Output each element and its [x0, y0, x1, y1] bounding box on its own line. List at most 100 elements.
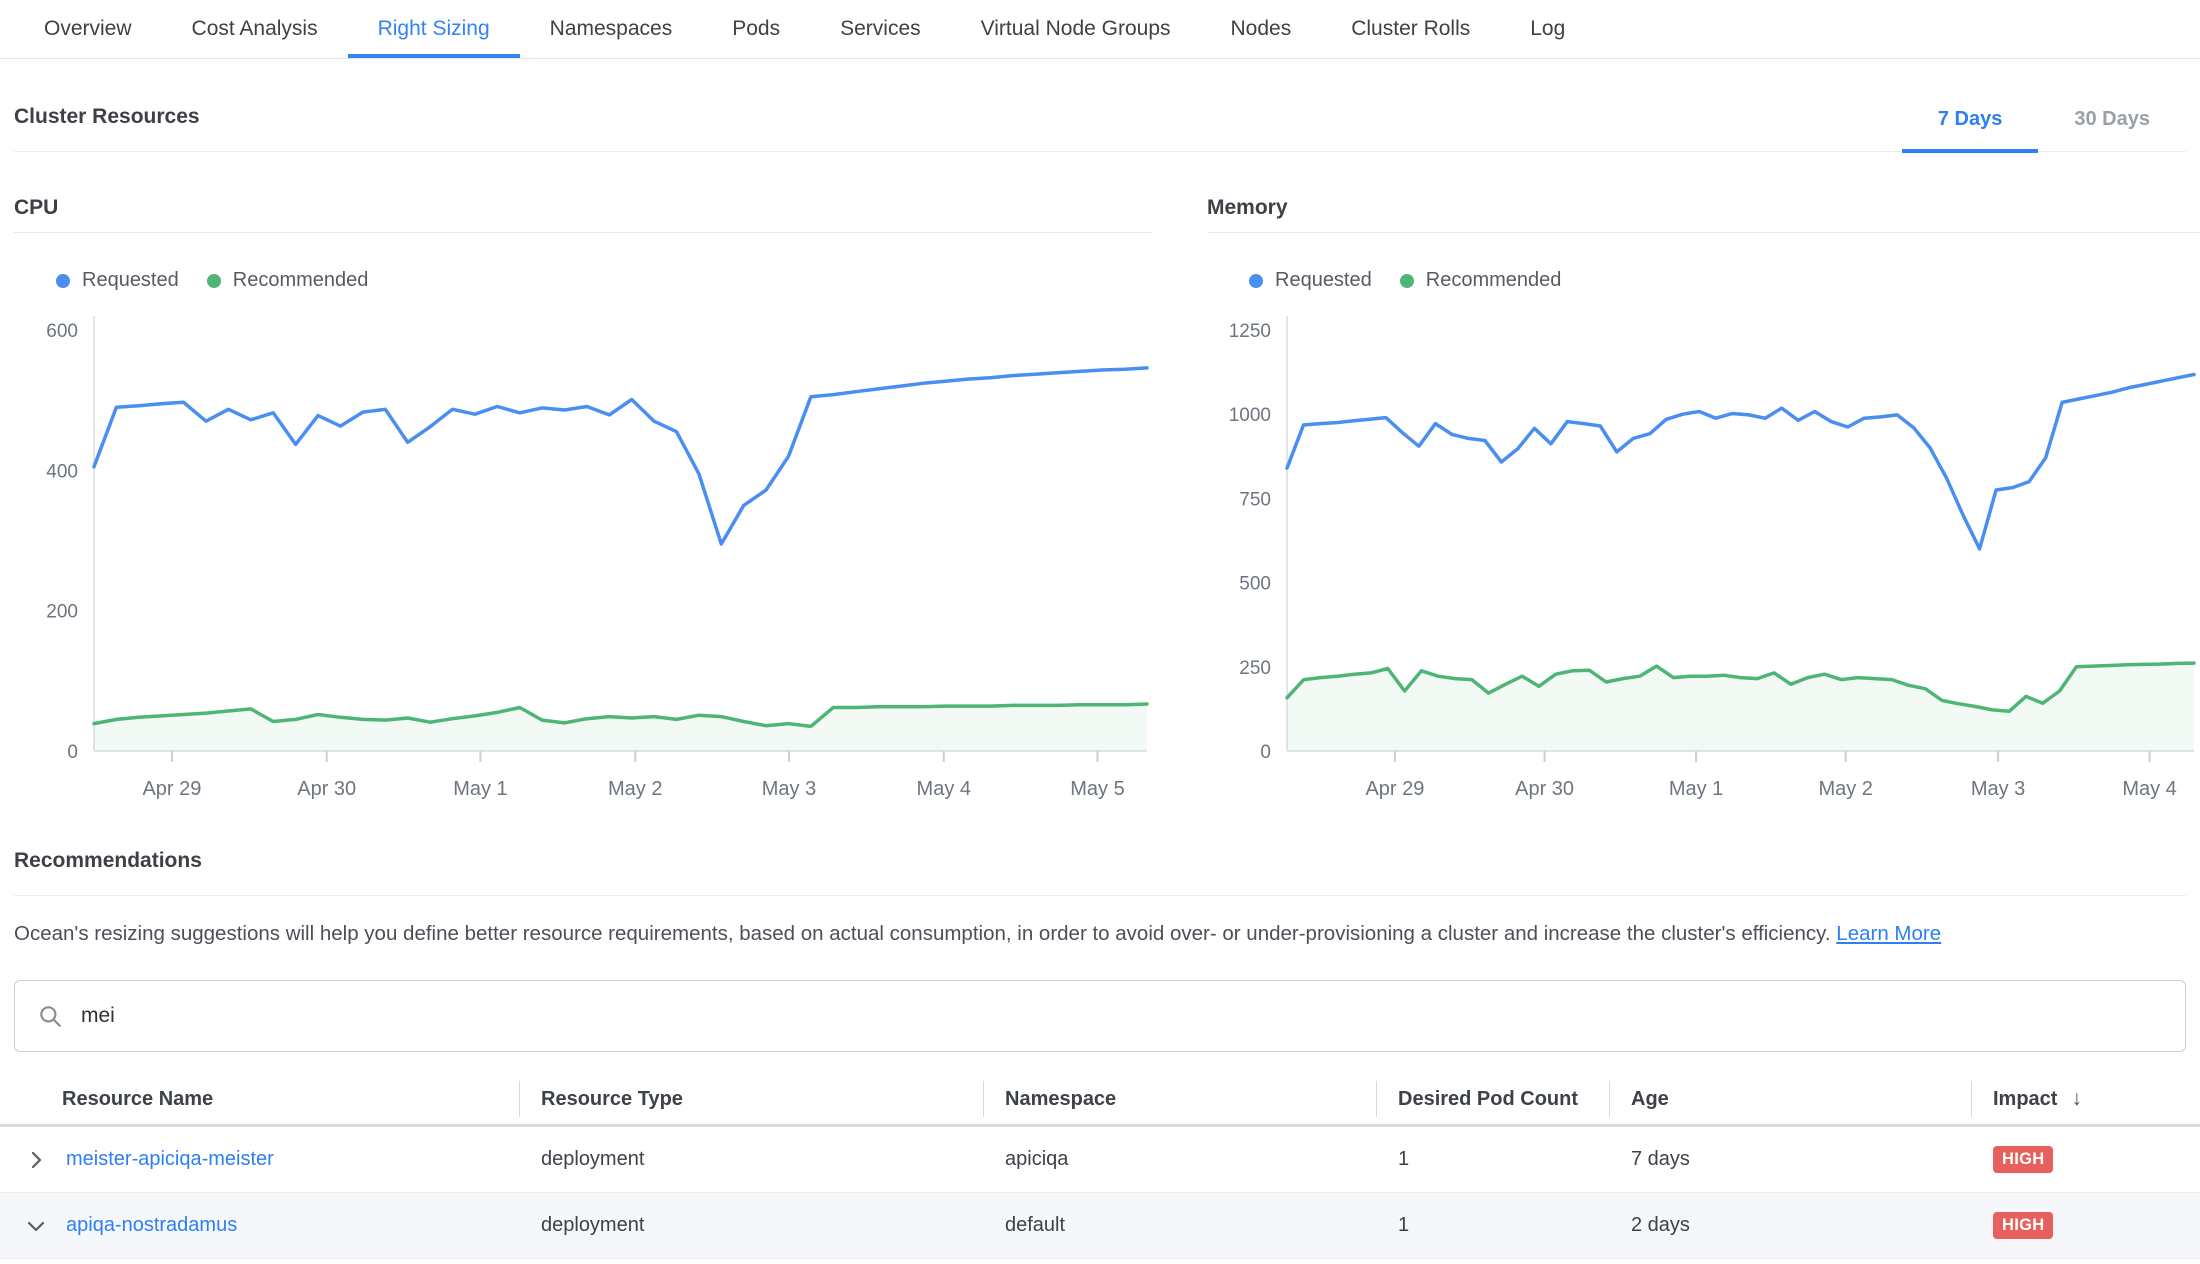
svg-text:250: 250	[1239, 658, 1271, 679]
age-cell: 7 days	[1609, 1148, 1971, 1171]
svg-text:1250: 1250	[1229, 321, 1271, 342]
table-header-row: Resource Name Resource Type Namespace De…	[0, 1074, 2200, 1127]
svg-text:May 1: May 1	[1669, 778, 1723, 799]
tab-right-sizing[interactable]: Right Sizing	[348, 0, 520, 58]
memory-line-chart: 0 250 500 750 1000 1250 Apr 29 Apr 30 May 1 May 2…	[1207, 294, 2200, 799]
search-box[interactable]	[14, 980, 2186, 1052]
recommended-legend-label: Recommended	[233, 269, 369, 292]
top-tab-bar: Overview Cost Analysis Right Sizing Namespa…	[0, 0, 2200, 59]
svg-text:May 4: May 4	[917, 778, 971, 799]
cpu-chart-legend: Requested Recommended	[56, 269, 1153, 292]
tab-nodes[interactable]: Nodes	[1201, 0, 1322, 58]
memory-chart-svg: 0 250 500 750 1000 1250 Apr 29 Apr 30 May 1 May 2…	[1207, 294, 2200, 799]
svg-text:0: 0	[1260, 742, 1271, 763]
cpu-chart-svg: 0 200 400 600 Apr 29 Apr 30 May 1 May 2 May 3 May…	[14, 294, 1153, 799]
resource-type-cell: deployment	[519, 1148, 983, 1171]
svg-text:May 2: May 2	[1818, 778, 1872, 799]
svg-text:500: 500	[1239, 574, 1271, 595]
sort-desc-arrow-icon[interactable]: ↓	[2071, 1087, 2082, 1111]
svg-text:Apr 29: Apr 29	[1365, 778, 1424, 799]
svg-text:Apr 30: Apr 30	[297, 778, 356, 799]
resource-type-cell: deployment	[519, 1214, 983, 1237]
table-row[interactable]: meister-apiciqa-meister deploymentapiciqa…	[0, 1127, 2200, 1193]
svg-text:0: 0	[67, 742, 78, 763]
range-7-days-tab[interactable]: 7 Days	[1902, 108, 2039, 151]
tab-cost-analysis[interactable]: Cost Analysis	[162, 0, 348, 58]
tab-label: Services	[840, 17, 921, 41]
svg-text:750: 750	[1239, 489, 1271, 510]
resource-name-cell: apiqa-nostradamus	[0, 1214, 519, 1237]
recommended-legend-dot-icon	[1400, 274, 1414, 288]
impact-cell: HIGH	[1971, 1212, 2200, 1239]
svg-text:May 3: May 3	[762, 778, 816, 799]
tab-cluster-rolls[interactable]: Cluster Rolls	[1321, 0, 1500, 58]
tab-label: Nodes	[1231, 17, 1292, 41]
svg-text:May 1: May 1	[453, 778, 507, 799]
cpu-chart-panel: CPU Requested Recommended 0 200 400 600 Apr …	[14, 196, 1153, 799]
requested-legend-dot-icon	[56, 274, 70, 288]
resource-name-link[interactable]: meister-apiciqa-meister	[66, 1148, 274, 1171]
impact-badge: HIGH	[1993, 1146, 2053, 1173]
svg-text:1000: 1000	[1229, 405, 1271, 426]
tab-pods[interactable]: Pods	[702, 0, 810, 58]
charts-row: CPU Requested Recommended 0 200 400 600 Apr …	[0, 196, 2200, 799]
memory-chart-panel: Memory Requested Recommended 0 250 500 750 1…	[1207, 196, 2200, 799]
svg-text:400: 400	[46, 461, 78, 482]
requested-legend-dot-icon	[1249, 274, 1263, 288]
resource-name-link[interactable]: apiqa-nostradamus	[66, 1214, 237, 1237]
age-cell: 2 days	[1609, 1214, 1971, 1237]
tab-label: Namespaces	[550, 17, 673, 41]
tab-label: Virtual Node Groups	[981, 17, 1171, 41]
column-header-age[interactable]: Age	[1609, 1074, 1971, 1124]
tab-label: Log	[1530, 17, 1565, 41]
recommendations-title: Recommendations	[14, 849, 2186, 895]
svg-text:600: 600	[46, 321, 78, 342]
svg-text:May 3: May 3	[1971, 778, 2025, 799]
learn-more-link[interactable]: Learn More	[1836, 922, 1941, 945]
column-header-impact[interactable]: Impact↓	[1971, 1074, 2200, 1124]
requested-legend-label: Requested	[82, 269, 179, 292]
recommendations-description: Ocean's resizing suggestions will help y…	[14, 922, 2186, 946]
tab-virtual-node-groups[interactable]: Virtual Node Groups	[951, 0, 1201, 58]
recommendations-header: Recommendations	[14, 849, 2186, 896]
column-header-desired-pod-count[interactable]: Desired Pod Count	[1376, 1074, 1609, 1124]
svg-text:200: 200	[46, 602, 78, 623]
svg-text:Apr 30: Apr 30	[1515, 778, 1574, 799]
date-range-toggle: 7 Days 30 Days	[1902, 108, 2186, 151]
tab-label: Right Sizing	[378, 17, 490, 41]
resource-name-cell: meister-apiciqa-meister	[0, 1148, 519, 1171]
tab-label: Cluster Rolls	[1351, 17, 1470, 41]
namespace-cell: apiciqa	[983, 1148, 1376, 1171]
svg-text:May 2: May 2	[608, 778, 662, 799]
pod-count-cell: 1	[1376, 1214, 1609, 1237]
description-text: Ocean's resizing suggestions will help y…	[14, 922, 1831, 945]
tab-namespaces[interactable]: Namespaces	[520, 0, 703, 58]
range-30-days-tab[interactable]: 30 Days	[2038, 108, 2186, 151]
namespace-cell: default	[983, 1214, 1376, 1237]
table-body: meister-apiciqa-meisterdeploymentapiciqa…	[0, 1127, 2200, 1259]
column-header-resource-name[interactable]: Resource Name	[0, 1074, 519, 1124]
requested-legend-label: Requested	[1275, 269, 1372, 292]
tab-log[interactable]: Log	[1500, 0, 1595, 58]
impact-badge: HIGH	[1993, 1212, 2053, 1239]
section-title: Cluster Resources	[14, 105, 200, 151]
table-row[interactable]: apiqa-nostradamus deploymentdefault12 day…	[0, 1193, 2200, 1259]
search-input[interactable]	[79, 1003, 2163, 1029]
chevron-down-icon[interactable]	[26, 1216, 46, 1236]
recommended-legend-label: Recommended	[1426, 269, 1562, 292]
search-icon	[37, 1003, 63, 1029]
memory-chart-title: Memory	[1207, 196, 2200, 233]
cpu-chart-title: CPU	[14, 196, 1153, 233]
tab-label: Overview	[44, 17, 132, 41]
column-header-namespace[interactable]: Namespace	[983, 1074, 1376, 1124]
chevron-right-icon[interactable]	[26, 1150, 46, 1170]
tab-label: Pods	[732, 17, 780, 41]
column-header-resource-type[interactable]: Resource Type	[519, 1074, 983, 1124]
memory-chart-legend: Requested Recommended	[1249, 269, 2200, 292]
cpu-line-chart: 0 200 400 600 Apr 29 Apr 30 May 1 May 2 May 3 May…	[14, 294, 1153, 799]
tab-services[interactable]: Services	[810, 0, 951, 58]
recommended-legend-dot-icon	[207, 274, 221, 288]
svg-text:Apr 29: Apr 29	[142, 778, 201, 799]
pod-count-cell: 1	[1376, 1148, 1609, 1171]
tab-overview[interactable]: Overview	[14, 0, 162, 58]
